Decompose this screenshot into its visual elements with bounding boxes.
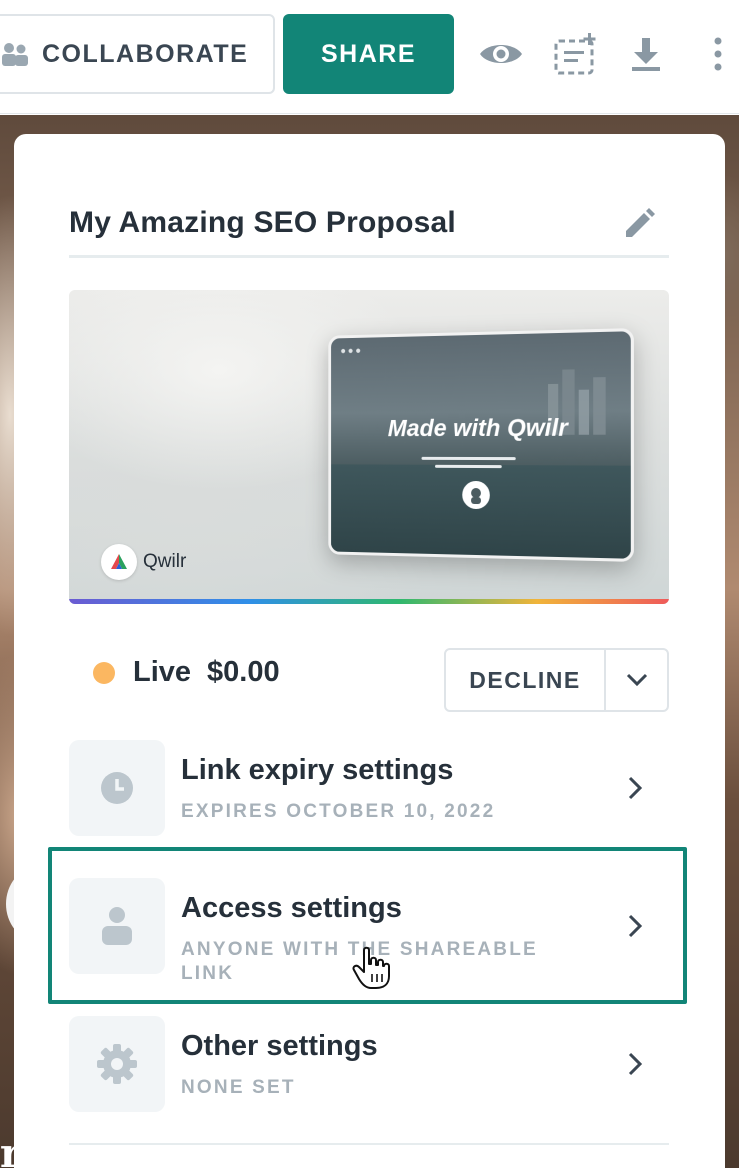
- bottom-divider: [69, 1143, 669, 1145]
- edit-pencil-icon[interactable]: [619, 204, 659, 244]
- proposal-title-row: My Amazing SEO Proposal: [69, 194, 669, 258]
- setting-title: Other settings: [181, 1030, 378, 1062]
- preview-line: [435, 464, 502, 469]
- decline-button-group: DECLINE: [444, 648, 669, 712]
- setting-link-expiry[interactable]: Link expiry settings EXPIRES OCTOBER 10,…: [69, 740, 669, 836]
- setting-title: Link expiry settings: [181, 754, 454, 786]
- share-panel: My Amazing SEO Proposal ●●● Made with Qw…: [14, 134, 725, 1168]
- proposal-preview-card[interactable]: ●●● Made with Qwilr Qwilr: [69, 290, 669, 604]
- people-icon: [0, 40, 30, 68]
- setting-icon-box: [69, 878, 165, 974]
- gear-icon: [97, 1044, 137, 1084]
- setting-subtitle: EXPIRES OCTOBER 10, 2022: [181, 801, 496, 822]
- preview-water: [331, 464, 631, 559]
- setting-subtitle: NONE SET: [181, 1077, 296, 1098]
- download-icon[interactable]: [622, 30, 670, 78]
- qwilr-brand-name: Qwilr: [143, 551, 187, 572]
- preview-mock-window: ●●● Made with Qwilr: [328, 328, 634, 562]
- add-section-icon[interactable]: [552, 30, 600, 78]
- setting-title: Access settings: [181, 892, 402, 924]
- preview-mock-title: Made with Qwilr: [387, 414, 568, 443]
- setting-other[interactable]: Other settings NONE SET: [69, 1016, 669, 1112]
- top-toolbar: COLLABORATE SHARE: [0, 0, 739, 114]
- qwilr-logo: Qwilr: [101, 544, 186, 580]
- qwilr-logo-icon: [101, 544, 137, 580]
- person-icon: [102, 907, 132, 945]
- clock-icon: [101, 772, 133, 804]
- hand-cursor-icon: [352, 946, 390, 989]
- status-label: Live: [133, 656, 192, 688]
- collaborate-button[interactable]: COLLABORATE: [0, 14, 275, 94]
- status-amount: $0.00: [207, 656, 280, 688]
- setting-icon-box: [69, 1016, 165, 1112]
- preview-avatar-icon: [462, 480, 490, 510]
- chevron-right-icon: [621, 774, 649, 802]
- eye-icon[interactable]: [477, 30, 525, 78]
- proposal-title[interactable]: My Amazing SEO Proposal: [69, 206, 456, 240]
- chevron-right-icon: [621, 912, 649, 940]
- collaborate-label: COLLABORATE: [42, 39, 249, 68]
- window-dots: ●●●: [340, 345, 363, 357]
- chevron-down-icon[interactable]: [606, 650, 667, 710]
- chevron-right-icon: [621, 1050, 649, 1078]
- share-button[interactable]: SHARE: [283, 14, 454, 94]
- more-vertical-icon[interactable]: [694, 30, 739, 78]
- preview-color-stripe: [69, 599, 669, 604]
- setting-icon-box: [69, 740, 165, 836]
- status-dot: [93, 661, 115, 684]
- decline-button[interactable]: DECLINE: [446, 650, 606, 710]
- status-row: Live $0.00: [93, 656, 280, 689]
- preview-line: [421, 456, 516, 461]
